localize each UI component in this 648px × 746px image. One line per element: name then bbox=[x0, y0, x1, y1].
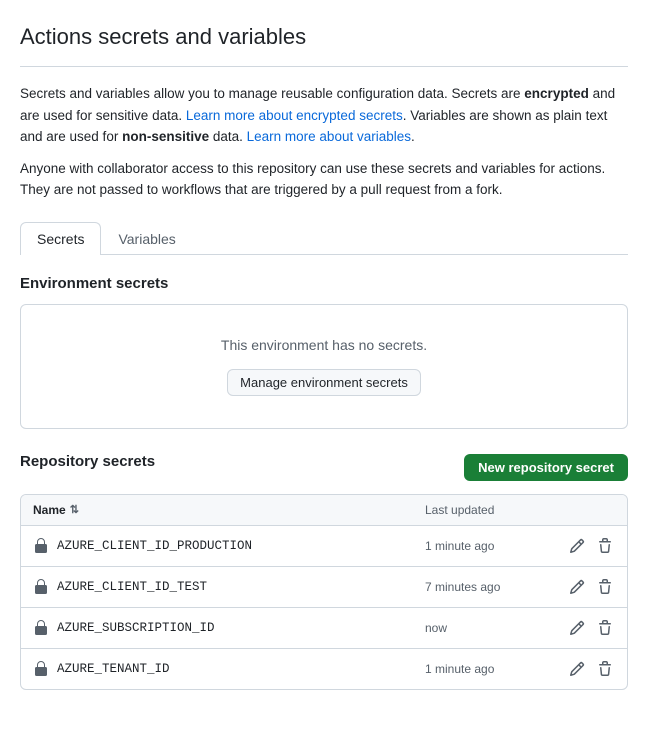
env-secrets-empty-message: This environment has no secrets. bbox=[37, 337, 611, 353]
delete-icon[interactable] bbox=[595, 536, 615, 556]
edit-icon[interactable] bbox=[567, 618, 587, 638]
secret-updated: now bbox=[425, 621, 555, 635]
edit-icon[interactable] bbox=[567, 536, 587, 556]
table-header: Name ⇅ Last updated bbox=[21, 495, 627, 526]
new-repository-secret-button[interactable]: New repository secret bbox=[464, 454, 628, 481]
table-row: AZURE_CLIENT_ID_PRODUCTION 1 minute ago bbox=[21, 526, 627, 567]
description-line1: Secrets and variables allow you to manag… bbox=[20, 83, 628, 148]
repo-secrets-title: Repository secrets bbox=[20, 453, 155, 470]
secret-updated: 1 minute ago bbox=[425, 662, 555, 676]
variables-link[interactable]: Learn more about variables bbox=[247, 129, 411, 144]
secret-actions bbox=[555, 577, 615, 597]
edit-icon[interactable] bbox=[567, 659, 587, 679]
env-secrets-title: Environment secrets bbox=[20, 275, 628, 292]
secret-actions bbox=[555, 618, 615, 638]
secret-name-col: AZURE_CLIENT_ID_TEST bbox=[33, 579, 425, 595]
repository-secrets-section: Repository secrets New repository secret… bbox=[20, 453, 628, 690]
secret-name: AZURE_SUBSCRIPTION_ID bbox=[57, 621, 215, 635]
secret-actions bbox=[555, 536, 615, 556]
manage-environment-secrets-button[interactable]: Manage environment secrets bbox=[227, 369, 421, 396]
lock-icon bbox=[33, 579, 49, 595]
env-secrets-box: This environment has no secrets. Manage … bbox=[20, 304, 628, 429]
secret-name: AZURE_CLIENT_ID_TEST bbox=[57, 580, 207, 594]
environment-secrets-section: Environment secrets This environment has… bbox=[20, 275, 628, 429]
table-row: AZURE_TENANT_ID 1 minute ago bbox=[21, 649, 627, 689]
encrypted-secrets-link[interactable]: Learn more about encrypted secrets bbox=[186, 108, 403, 123]
secret-name-col: AZURE_CLIENT_ID_PRODUCTION bbox=[33, 538, 425, 554]
secret-updated: 1 minute ago bbox=[425, 539, 555, 553]
delete-icon[interactable] bbox=[595, 618, 615, 638]
divider bbox=[20, 66, 628, 67]
tab-secrets[interactable]: Secrets bbox=[20, 222, 101, 255]
table-row: AZURE_SUBSCRIPTION_ID now bbox=[21, 608, 627, 649]
page-title: Actions secrets and variables bbox=[20, 24, 628, 50]
delete-icon[interactable] bbox=[595, 577, 615, 597]
secret-name-col: AZURE_TENANT_ID bbox=[33, 661, 425, 677]
edit-icon[interactable] bbox=[567, 577, 587, 597]
repo-secrets-header: Repository secrets New repository secret bbox=[20, 453, 628, 482]
secret-actions bbox=[555, 659, 615, 679]
secret-name-col: AZURE_SUBSCRIPTION_ID bbox=[33, 620, 425, 636]
lock-icon bbox=[33, 620, 49, 636]
secret-updated: 7 minutes ago bbox=[425, 580, 555, 594]
table-row: AZURE_CLIENT_ID_TEST 7 minutes ago bbox=[21, 567, 627, 608]
secret-name: AZURE_TENANT_ID bbox=[57, 662, 170, 676]
secrets-table: Name ⇅ Last updated AZURE_CLIENT_ID_PROD… bbox=[20, 494, 628, 690]
col-name-header: Name ⇅ bbox=[33, 503, 425, 517]
sort-icon[interactable]: ⇅ bbox=[70, 503, 79, 516]
delete-icon[interactable] bbox=[595, 659, 615, 679]
col-updated-header: Last updated bbox=[425, 503, 555, 517]
lock-icon bbox=[33, 661, 49, 677]
lock-icon bbox=[33, 538, 49, 554]
description-line2: Anyone with collaborator access to this … bbox=[20, 158, 628, 201]
tab-variables[interactable]: Variables bbox=[101, 222, 192, 255]
tabs-container: Secrets Variables bbox=[20, 221, 628, 255]
secret-name: AZURE_CLIENT_ID_PRODUCTION bbox=[57, 539, 252, 553]
